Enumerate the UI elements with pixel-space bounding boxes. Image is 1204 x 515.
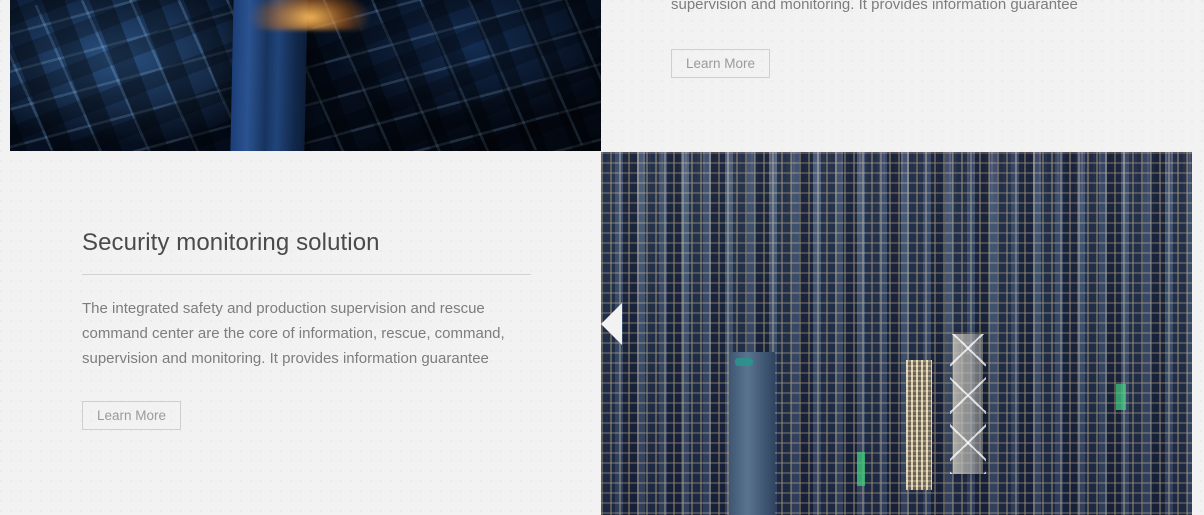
top-right-body-text: supervision and monitoring. It provides … <box>671 0 1078 13</box>
learn-more-button-top[interactable]: Learn More <box>671 49 771 78</box>
solutions-section: supervision and monitoring. It provides … <box>0 0 1204 515</box>
skyline-vignette <box>601 152 1192 515</box>
learn-more-button-main[interactable]: Learn More <box>82 401 182 430</box>
aerial-city-image <box>10 0 602 151</box>
harbour-skyline-image <box>601 152 1192 515</box>
top-right-button-wrap: Learn More <box>671 49 771 78</box>
solution-button-wrap: Learn More <box>82 401 182 430</box>
page-title: Security monitoring solution <box>82 229 380 256</box>
top-right-panel: supervision and monitoring. It provides … <box>601 0 1204 151</box>
solution-body-text: The integrated safety and production sup… <box>82 300 505 367</box>
heading-divider <box>82 274 531 275</box>
aerial-light-glow <box>250 0 370 30</box>
arrow-left-icon <box>601 303 622 345</box>
